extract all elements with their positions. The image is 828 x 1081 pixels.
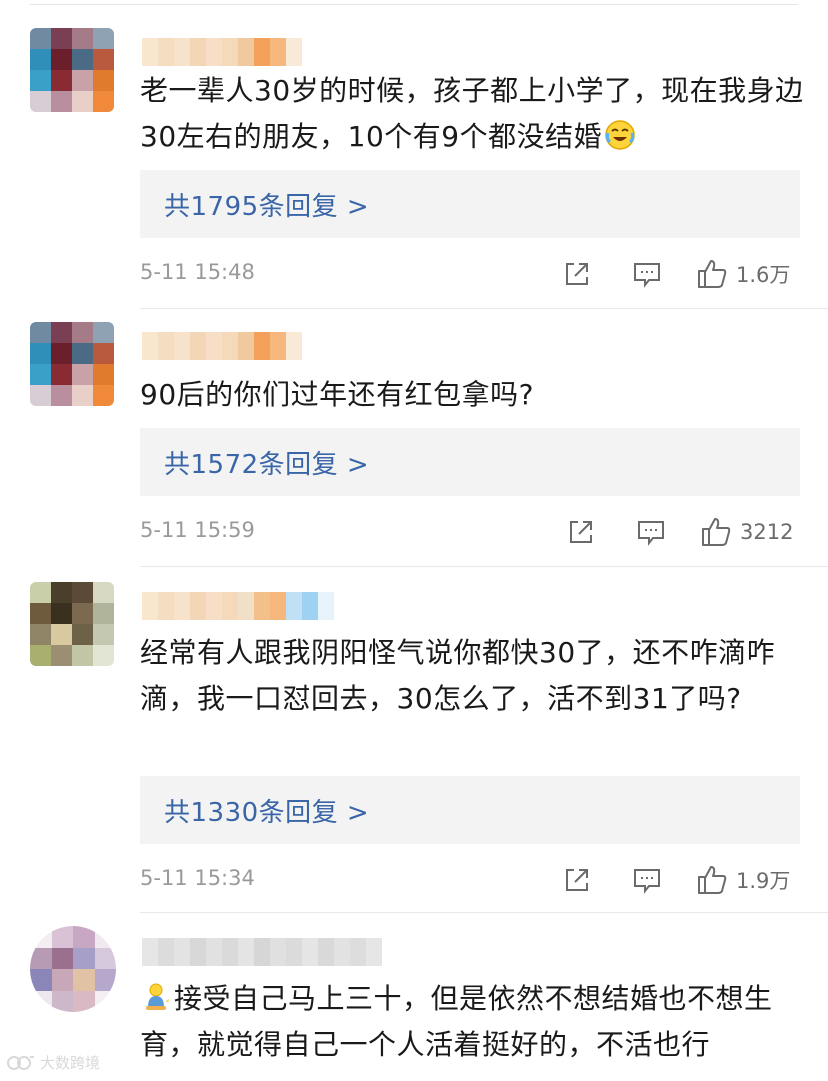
like-count: 1.9万 <box>736 869 791 893</box>
reply-box[interactable]: 共1572条回复 > <box>140 428 800 496</box>
comment-text: 90后的你们过年还有红包拿吗? <box>140 372 805 418</box>
comment-divider <box>140 912 828 913</box>
like-button[interactable]: 1.9万 <box>696 860 790 900</box>
watermark-logo-icon <box>7 1055 34 1070</box>
comment-meta: 5-11 15:34 1.9万 <box>140 860 800 900</box>
comment-button[interactable] <box>636 512 666 552</box>
comment-text: 接受自己马上三十，但是依然不想结婚也不想生育，就觉得自己一个人活着挺好的，不活也… <box>140 976 805 1068</box>
comment-meta: 5-11 15:48 1.6万 <box>140 254 800 294</box>
comment-time: 5-11 15:59 <box>140 518 255 542</box>
like-button[interactable]: 3212 <box>700 512 793 552</box>
comment-text-content: 接受自己马上三十，但是依然不想结婚也不想生育，就觉得自己一个人活着挺好的，不活也… <box>140 982 773 1061</box>
view-replies-link[interactable]: 共1572条回复 > <box>164 444 369 481</box>
watermark-text: 大数跨境 <box>40 1054 101 1072</box>
comment-icon <box>638 521 664 546</box>
comment-button[interactable] <box>632 254 662 294</box>
thumbs-up-icon <box>698 866 727 894</box>
top-divider <box>30 4 798 5</box>
reply-box[interactable]: 共1795条回复 > <box>140 170 800 238</box>
avatar[interactable] <box>30 926 116 1012</box>
like-count: 1.6万 <box>736 263 791 287</box>
username-blurred[interactable] <box>142 38 302 66</box>
share-button[interactable] <box>562 254 592 294</box>
thumbs-up-icon <box>698 260 727 288</box>
share-icon <box>566 869 588 891</box>
comment-text: 老一辈人30岁的时候，孩子都上小学了，现在我身边30左右的朋友，10个有9个都没… <box>140 68 805 160</box>
avatar[interactable] <box>30 322 114 406</box>
comment-text-content: 经常有人跟我阴阳怪气说你都快30了，还不咋滴咋滴，我一口怼回去，30怎么了，活不… <box>140 636 776 715</box>
username-blurred[interactable] <box>142 938 382 966</box>
view-replies-link[interactable]: 共1795条回复 > <box>164 186 369 223</box>
avatar[interactable] <box>30 582 114 666</box>
comment-time: 5-11 15:48 <box>140 260 255 284</box>
comment-time: 5-11 15:34 <box>140 866 255 890</box>
comment-text: 经常有人跟我阴阳怪气说你都快30了，还不咋滴咋滴，我一口怼回去，30怎么了，活不… <box>140 630 805 722</box>
comment-text-content: 90后的你们过年还有红包拿吗? <box>140 378 534 411</box>
avatar[interactable] <box>30 28 114 112</box>
comment-text-content: 老一辈人30岁的时候，孩子都上小学了，现在我身边30左右的朋友，10个有9个都没… <box>140 74 804 153</box>
share-button[interactable] <box>562 860 592 900</box>
like-button[interactable]: 1.6万 <box>696 254 790 294</box>
thumbs-up-icon <box>702 518 731 546</box>
share-icon <box>570 521 592 543</box>
watermark: 大数跨境 <box>6 1052 100 1073</box>
username-blurred[interactable] <box>142 332 302 360</box>
reply-box[interactable]: 共1330条回复 > <box>140 776 800 844</box>
comment-divider <box>140 566 828 567</box>
username-blurred[interactable] <box>142 592 334 620</box>
comment-button[interactable] <box>632 860 662 900</box>
person-sitting-emoji-icon <box>146 983 169 1010</box>
view-replies-link[interactable]: 共1330条回复 > <box>164 792 369 829</box>
comment-icon <box>634 869 660 894</box>
comment-divider <box>140 308 828 309</box>
comment-meta: 5-11 15:59 3212 <box>140 512 800 552</box>
crying-laughing-emoji-icon <box>605 120 635 150</box>
share-icon <box>566 263 588 285</box>
comment-icon <box>634 263 660 288</box>
like-count: 3212 <box>740 520 794 544</box>
share-button[interactable] <box>566 512 596 552</box>
